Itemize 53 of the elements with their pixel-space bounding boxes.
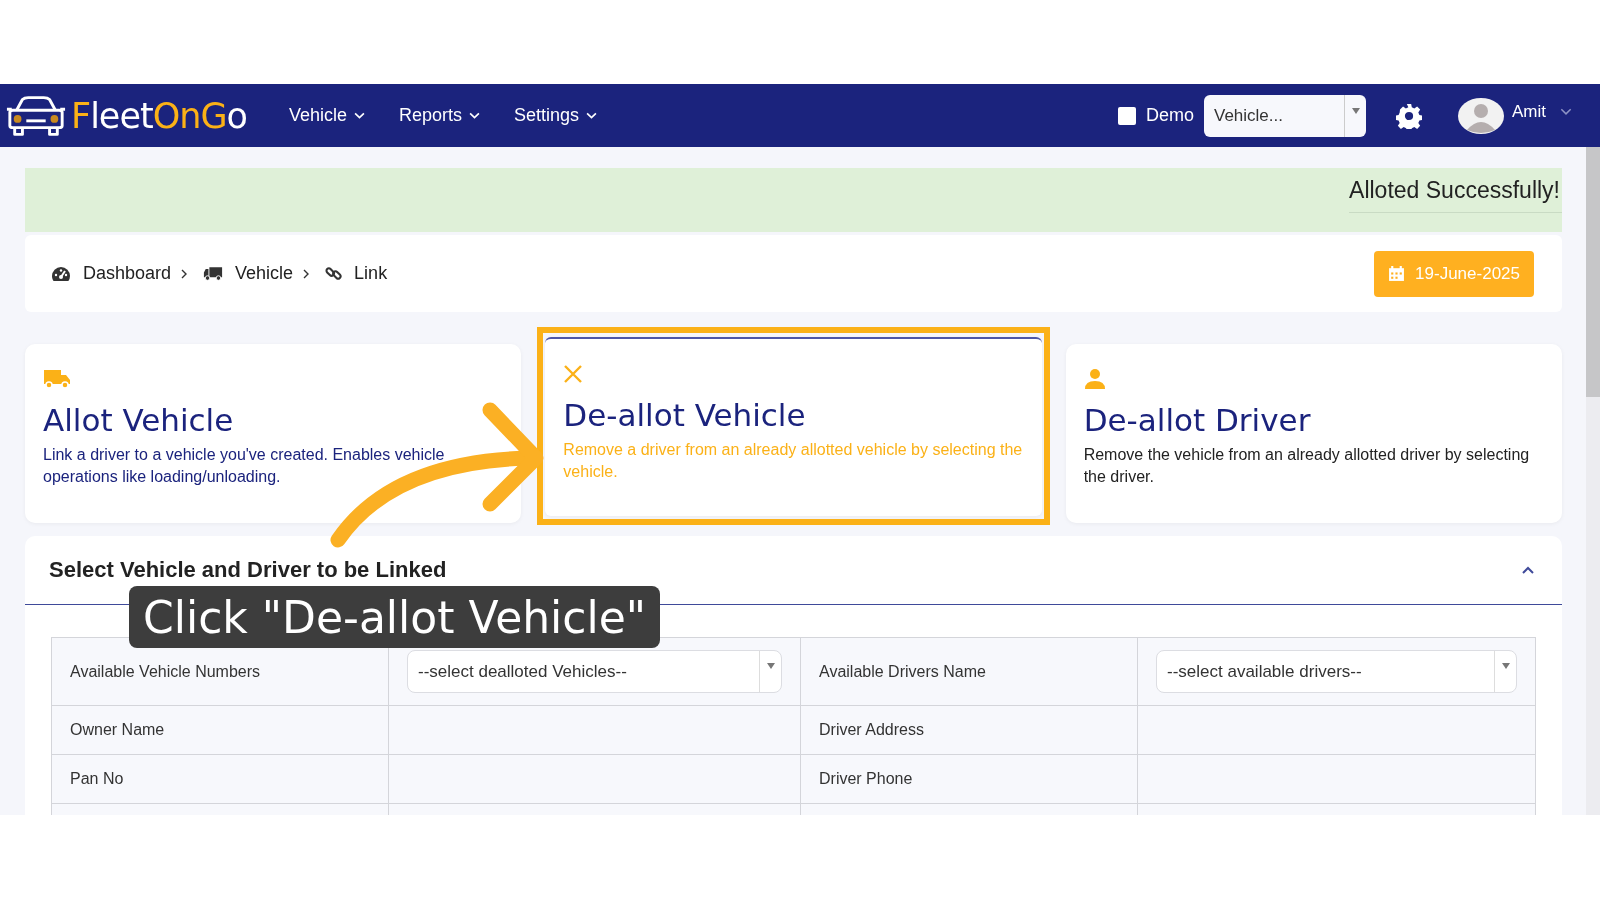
breadcrumb-link[interactable]: Dashboard (83, 263, 172, 284)
collapse-icon[interactable] (1522, 566, 1534, 574)
card-title: De-allot Driver (1083, 402, 1312, 438)
car-logo-icon (5, 93, 67, 138)
avatar-icon[interactable] (1458, 97, 1504, 134)
option-card[interactable]: Allot Vehicle Link a driver to a vehicle you've created. Enables vehicle operations like loading/unloading. (25, 344, 522, 523)
person-icon (1083, 368, 1106, 390)
breadcrumb-link[interactable]: Link (354, 263, 388, 284)
close-icon (563, 363, 584, 385)
breadcrumb-link[interactable]: Vehicle (235, 263, 294, 284)
option-card[interactable]: De-allot Driver Remove the vehicle from an already allotted driver by selecting the driver. (1065, 344, 1562, 523)
tutorial-tooltip: Click "De-allot Vehicle" (129, 586, 661, 648)
field-label: Driver Phone (819, 770, 913, 787)
card-description: Remove the vehicle from an already allotted driver by selecting the driver. (1083, 445, 1531, 487)
settings-icon[interactable] (1396, 102, 1422, 129)
card-title: De-allot Vehicle (563, 397, 807, 433)
demo-checkbox[interactable] (1118, 106, 1136, 125)
link-icon (325, 265, 343, 282)
dropdown-arrow-icon (1351, 107, 1360, 114)
dropdown-arrow-icon (1501, 662, 1510, 669)
demo-label: Demo (1146, 105, 1194, 126)
logo-text: FleetOnGo (71, 95, 247, 136)
logo[interactable]: FleetOnGo (5, 93, 247, 138)
chevron-right-icon (303, 268, 310, 279)
nav-menu-item[interactable]: Reports (387, 105, 492, 126)
truck-icon (43, 368, 71, 390)
card-description: Link a driver to a vehicle you've created. Enables vehicle operations like loading/unloading. (43, 445, 446, 487)
field-label: Available Vehicle Numbers (70, 662, 261, 680)
field-label: Available Drivers Name (819, 662, 986, 680)
nav-menu-item[interactable]: Settings (502, 105, 610, 126)
alert-message: Alloted Successfully! (1349, 177, 1562, 213)
dropdown-arrow-icon (766, 662, 775, 669)
vehicle-select[interactable]: Vehicle... (1204, 94, 1366, 137)
field-label: Pan No (70, 770, 124, 787)
chevron-down-icon (1560, 108, 1572, 115)
nav-menu-item[interactable]: Vehicle (276, 105, 377, 126)
option-card[interactable]: De-allot Vehicle Remove a driver from an already allotted vehicle by selecting the vehicle. (545, 337, 1042, 516)
dropdown-select[interactable]: --select available drivers-- (1156, 650, 1517, 693)
chevron-right-icon (181, 268, 188, 279)
dropdown-select[interactable]: --select dealloted Vehicles-- (407, 650, 782, 693)
field-label: Driver Address (819, 721, 924, 738)
section-title: Select Vehicle and Driver to be Linked (49, 557, 447, 583)
field-label: Owner Name (70, 721, 165, 738)
truck-icon (203, 266, 224, 281)
gauge-icon (51, 265, 71, 282)
calendar-icon (1388, 265, 1406, 282)
chevron-down-icon (469, 112, 480, 119)
user-menu[interactable]: Amit (1512, 101, 1580, 130)
scrollbar[interactable] (1586, 147, 1600, 815)
card-description: Remove a driver from an already allotted vehicle by selecting the vehicle. (563, 440, 1024, 482)
chevron-down-icon (354, 112, 365, 119)
card-title: Allot Vehicle (43, 402, 235, 438)
chevron-down-icon (586, 112, 598, 119)
